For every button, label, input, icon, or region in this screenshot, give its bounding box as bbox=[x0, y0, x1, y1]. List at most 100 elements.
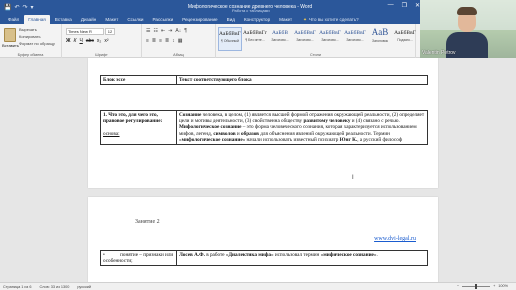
zoom-out-button[interactable]: − bbox=[457, 284, 459, 288]
redo-icon[interactable]: ↷ bbox=[23, 4, 28, 11]
increase-indent-icon[interactable]: ⇥ bbox=[168, 28, 172, 34]
style-name: Заголовок bbox=[372, 39, 388, 43]
align-left-icon[interactable]: ≡ bbox=[146, 38, 149, 44]
bullets-icon[interactable]: ☰ bbox=[146, 28, 150, 34]
term-mythological-consciousness: Мифологическое сознание bbox=[179, 124, 242, 131]
numbering-icon[interactable]: ☷ bbox=[153, 28, 157, 34]
style-heading-3[interactable]: АаБбВвГ Заголово... bbox=[318, 27, 342, 51]
cut-button[interactable]: Вырезать bbox=[19, 27, 37, 32]
tab-table-layout[interactable]: Макет bbox=[275, 15, 296, 24]
table-row: • понятие – признаки или особенности; Ло… bbox=[100, 249, 428, 267]
style-heading-4[interactable]: АаБбВвГ Заголово... bbox=[343, 27, 367, 51]
document-page-2[interactable]: Занятие 2 www.dvi-legal.ru • понятие – п… bbox=[88, 197, 438, 282]
zoom-slider-knob[interactable] bbox=[475, 283, 478, 289]
video-call-overlay[interactable]: Valentin Petrov bbox=[420, 0, 516, 58]
minimize-button[interactable]: — bbox=[388, 2, 394, 9]
justify-icon[interactable]: ≣ bbox=[165, 38, 169, 44]
tab-view[interactable]: Вид bbox=[223, 15, 239, 24]
tab-file[interactable]: Файл bbox=[4, 15, 23, 24]
participant-hair bbox=[457, 7, 477, 15]
word-count[interactable]: Слов: 33 из 1300 bbox=[39, 285, 69, 289]
decrease-indent-icon[interactable]: ⇤ bbox=[161, 28, 165, 34]
line-spacing-icon[interactable]: ↕ bbox=[172, 38, 175, 44]
format-buttons: Ж К Ч abc x₂ x² bbox=[66, 38, 109, 44]
criterion-text: понятие – признаки или особенности; bbox=[103, 252, 174, 265]
style-sample: AaB bbox=[371, 27, 389, 37]
window-controls: — ❐ ✕ bbox=[388, 2, 420, 9]
shading-icon[interactable]: ▦ bbox=[178, 38, 183, 44]
style-subtitle[interactable]: АаБбВвГ Подзаго... bbox=[393, 27, 417, 51]
align-right-icon[interactable]: ≡ bbox=[159, 38, 162, 44]
table-row: 1. Что это, для чего это, правовое регул… bbox=[100, 109, 428, 146]
underline-button[interactable]: Ч bbox=[79, 38, 82, 44]
save-icon[interactable]: 💾 bbox=[4, 4, 11, 11]
table-cell-text[interactable]: Лосев А.Ф. в работе «Диалектика мифа» ис… bbox=[176, 249, 428, 267]
align-center-icon[interactable]: ≣ bbox=[152, 38, 156, 44]
essay-table-page2[interactable]: • понятие – признаки или особенности; Ло… bbox=[100, 249, 428, 267]
status-bar: Страница 1 из 6 Слов: 33 из 1300 русский… bbox=[0, 282, 516, 290]
author-jung: Юнг К. bbox=[339, 136, 358, 143]
context-tab-label: Работа с таблицами bbox=[232, 8, 270, 13]
sort-icon[interactable]: A↓ bbox=[175, 28, 181, 34]
format-painter-button[interactable]: Формат по образцу bbox=[19, 41, 55, 46]
italic-button[interactable]: К bbox=[74, 38, 77, 44]
zoom-in-button[interactable]: + bbox=[493, 284, 495, 288]
table-cell-block[interactable]: • понятие – признаки или особенности; bbox=[100, 249, 177, 267]
zoom-slider[interactable] bbox=[462, 283, 491, 289]
zoom-level[interactable]: 100% bbox=[498, 284, 508, 288]
tab-mailings[interactable]: Рассылки bbox=[149, 15, 178, 24]
table-header-cell[interactable]: Текст соответствующего блока bbox=[176, 74, 428, 86]
style-sample: АаБбВвГ bbox=[394, 30, 416, 36]
essay-table-body[interactable]: 1. Что это, для чего это, правовое регул… bbox=[100, 109, 428, 146]
style-no-spacing[interactable]: АаБбВвГг ¶ Без инте... bbox=[243, 27, 267, 51]
table-cell-text[interactable]: Сознание человека, в целом, (1) является… bbox=[176, 109, 428, 146]
essay-table[interactable]: Блок эссе Текст соответствующего блока bbox=[100, 74, 428, 86]
copy-button[interactable]: Копировать bbox=[19, 34, 41, 39]
language[interactable]: русский bbox=[77, 285, 91, 289]
style-sample: АаБбВвГ bbox=[319, 30, 341, 36]
styles-group-label: Стили bbox=[310, 53, 321, 57]
document-workspace[interactable]: Блок эссе Текст соответствующего блока 1… bbox=[0, 58, 516, 282]
style-name: Заголово... bbox=[271, 38, 289, 42]
paste-icon[interactable] bbox=[4, 28, 16, 42]
document-page-1[interactable]: Блок эссе Текст соответствующего блока 1… bbox=[88, 58, 438, 188]
tab-layout[interactable]: Макет bbox=[101, 15, 122, 24]
author-losev: Лосев А.Ф. bbox=[179, 252, 205, 258]
quick-access-toolbar: 💾 ↶ ↷ ▾ bbox=[0, 4, 80, 11]
tab-insert[interactable]: Вставка bbox=[51, 15, 76, 24]
tell-me-search[interactable]: ✦ Что вы хотите сделать? bbox=[303, 15, 359, 24]
customize-qat-icon[interactable]: ▾ bbox=[31, 4, 34, 11]
tab-references[interactable]: Ссылки bbox=[123, 15, 147, 24]
bold-button[interactable]: Ж bbox=[66, 38, 71, 44]
term-mythological-consciousness-2: мифологическое сознание bbox=[181, 136, 243, 143]
subscript-button[interactable]: x₂ bbox=[97, 38, 101, 44]
lesson-heading: Занятие 2 bbox=[135, 219, 160, 225]
tab-review[interactable]: Рецензирование bbox=[178, 15, 221, 24]
font-name-select[interactable]: Times New R bbox=[66, 28, 104, 35]
text-cursor-icon: I bbox=[352, 175, 354, 181]
tab-home[interactable]: Главная bbox=[24, 15, 50, 24]
restore-button[interactable]: ❐ bbox=[402, 2, 407, 9]
page-count[interactable]: Страница 1 из 6 bbox=[3, 285, 31, 289]
font-size-select[interactable]: 12 bbox=[105, 28, 115, 35]
style-name: ¶ Без инте... bbox=[245, 38, 265, 42]
style-heading-2[interactable]: АаБбВвГ Заголово... bbox=[293, 27, 317, 51]
paste-button-label[interactable]: Вставить bbox=[2, 43, 19, 48]
style-title[interactable]: AaB Заголовок bbox=[368, 27, 392, 51]
style-heading-1[interactable]: АаБбВ Заголово... bbox=[268, 27, 292, 51]
text-run: , а русский философ bbox=[357, 136, 403, 143]
block-number: 1. bbox=[103, 112, 107, 118]
tab-table-design[interactable]: Конструктор bbox=[240, 15, 274, 24]
table-cell-block[interactable]: 1. Что это, для чего это, правовое регул… bbox=[100, 109, 177, 146]
strikethrough-button[interactable]: abc bbox=[86, 38, 94, 44]
superscript-button[interactable]: x² bbox=[104, 38, 108, 44]
website-link[interactable]: www.dvi-legal.ru bbox=[374, 236, 416, 242]
table-header-cell[interactable]: Блок эссе bbox=[100, 74, 177, 86]
tab-design[interactable]: Дизайн bbox=[77, 15, 100, 24]
pilcrow-icon[interactable]: ¶ bbox=[184, 28, 187, 34]
undo-icon[interactable]: ↶ bbox=[14, 4, 19, 11]
block-title: Что это, для чего это, правовое регулиро… bbox=[103, 112, 163, 125]
paragraph-row-1: ☰ ☷ ⇤ ⇥ A↓ ¶ bbox=[146, 28, 187, 34]
style-name: Подзаго... bbox=[397, 38, 413, 42]
style-normal[interactable]: АаБбВвГг ¶ Обычный bbox=[218, 27, 242, 51]
